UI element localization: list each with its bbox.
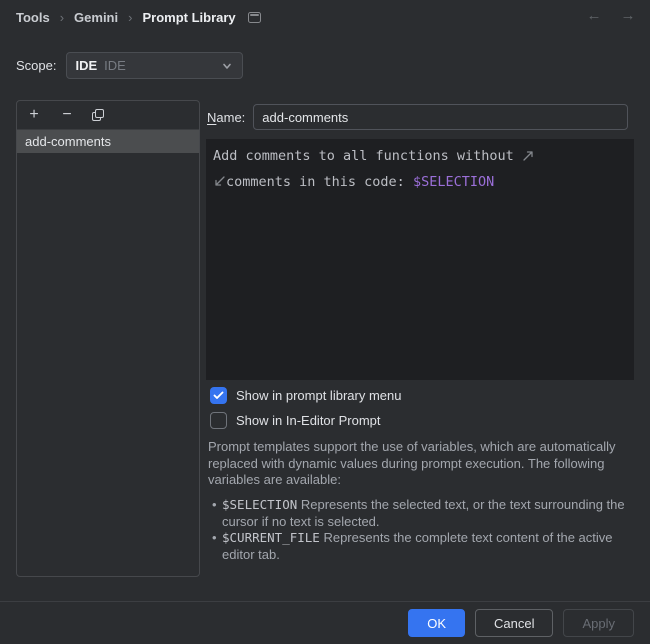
copy-icon [95,109,104,118]
selection-variable-token: $SELECTION [413,174,494,190]
variable-description: $CURRENT_FILE Represents the complete te… [222,530,634,563]
variable-item-current-file: • $CURRENT_FILE Represents the complete … [212,530,634,563]
name-label-mnemonic: N [207,110,216,125]
scope-dropdown[interactable]: IDE IDE [66,52,243,79]
ok-button[interactable]: OK [408,609,465,637]
chevron-right-icon: › [60,10,64,25]
bullet-icon: • [212,497,222,530]
soft-wrap-end-icon [522,146,535,170]
apply-button[interactable]: Apply [563,609,634,637]
chevron-right-icon: › [128,10,132,25]
prompt-list-item[interactable]: add-comments [17,130,199,153]
editor-line-1: Add comments to all functions without [213,144,627,170]
add-prompt-button[interactable]: + [26,107,42,123]
history-navigation: ← → [584,6,638,26]
option-label: Show in prompt library menu [236,388,401,403]
breadcrumb: Tools › Gemini › Prompt Library [16,7,261,27]
forward-arrow-icon[interactable]: → [618,6,638,26]
scope-row: Scope: IDE IDE [16,52,243,79]
variable-item-selection: • $SELECTION Represents the selected tex… [212,497,634,530]
settings-page: Tools › Gemini › Prompt Library ← → Scop… [0,0,650,644]
dialog-footer: OK Cancel Apply [0,601,650,644]
bullet-icon: • [212,530,222,563]
soft-wrap-start-icon [213,172,226,196]
name-row: Name: [207,104,628,130]
back-arrow-icon[interactable]: ← [584,6,604,26]
variable-name: $SELECTION [222,497,297,512]
breadcrumb-item-gemini[interactable]: Gemini [74,10,118,25]
chevron-down-icon [220,59,234,73]
variable-description: $SELECTION Represents the selected text,… [222,497,634,530]
name-input[interactable] [253,104,628,130]
prompt-list-panel: + − add-comments [16,100,200,577]
unchecked-checkbox-icon[interactable] [210,412,227,429]
option-show-in-editor-prompt[interactable]: Show in In-Editor Prompt [210,411,381,429]
window-icon [248,12,261,23]
prompt-list-toolbar: + − [17,101,199,130]
editor-line-2: comments in this code: $SELECTION [213,170,627,196]
scope-selected-hint: IDE [104,58,126,73]
option-label: Show in In-Editor Prompt [236,413,381,428]
scope-selected-value: IDE [75,58,97,73]
scope-label: Scope: [16,58,56,73]
remove-prompt-button[interactable]: − [59,107,75,123]
duplicate-prompt-button[interactable] [92,109,104,121]
breadcrumb-item-tools[interactable]: Tools [16,10,50,25]
variables-list: • $SELECTION Represents the selected tex… [212,497,634,563]
editor-text: Add comments to all functions without [213,148,522,164]
checked-checkbox-icon[interactable] [210,387,227,404]
option-show-in-library[interactable]: Show in prompt library menu [210,386,401,404]
editor-text: comments in this code: [226,174,413,190]
variable-name: $CURRENT_FILE [222,530,320,545]
name-label: Name: [207,110,245,125]
variables-help-text: Prompt templates support the use of vari… [208,439,636,489]
breadcrumb-item-prompt-library: Prompt Library [142,10,235,25]
cancel-button[interactable]: Cancel [475,609,553,637]
name-label-rest: ame: [216,110,245,125]
prompt-text-editor[interactable]: Add comments to all functions without co… [206,139,634,380]
